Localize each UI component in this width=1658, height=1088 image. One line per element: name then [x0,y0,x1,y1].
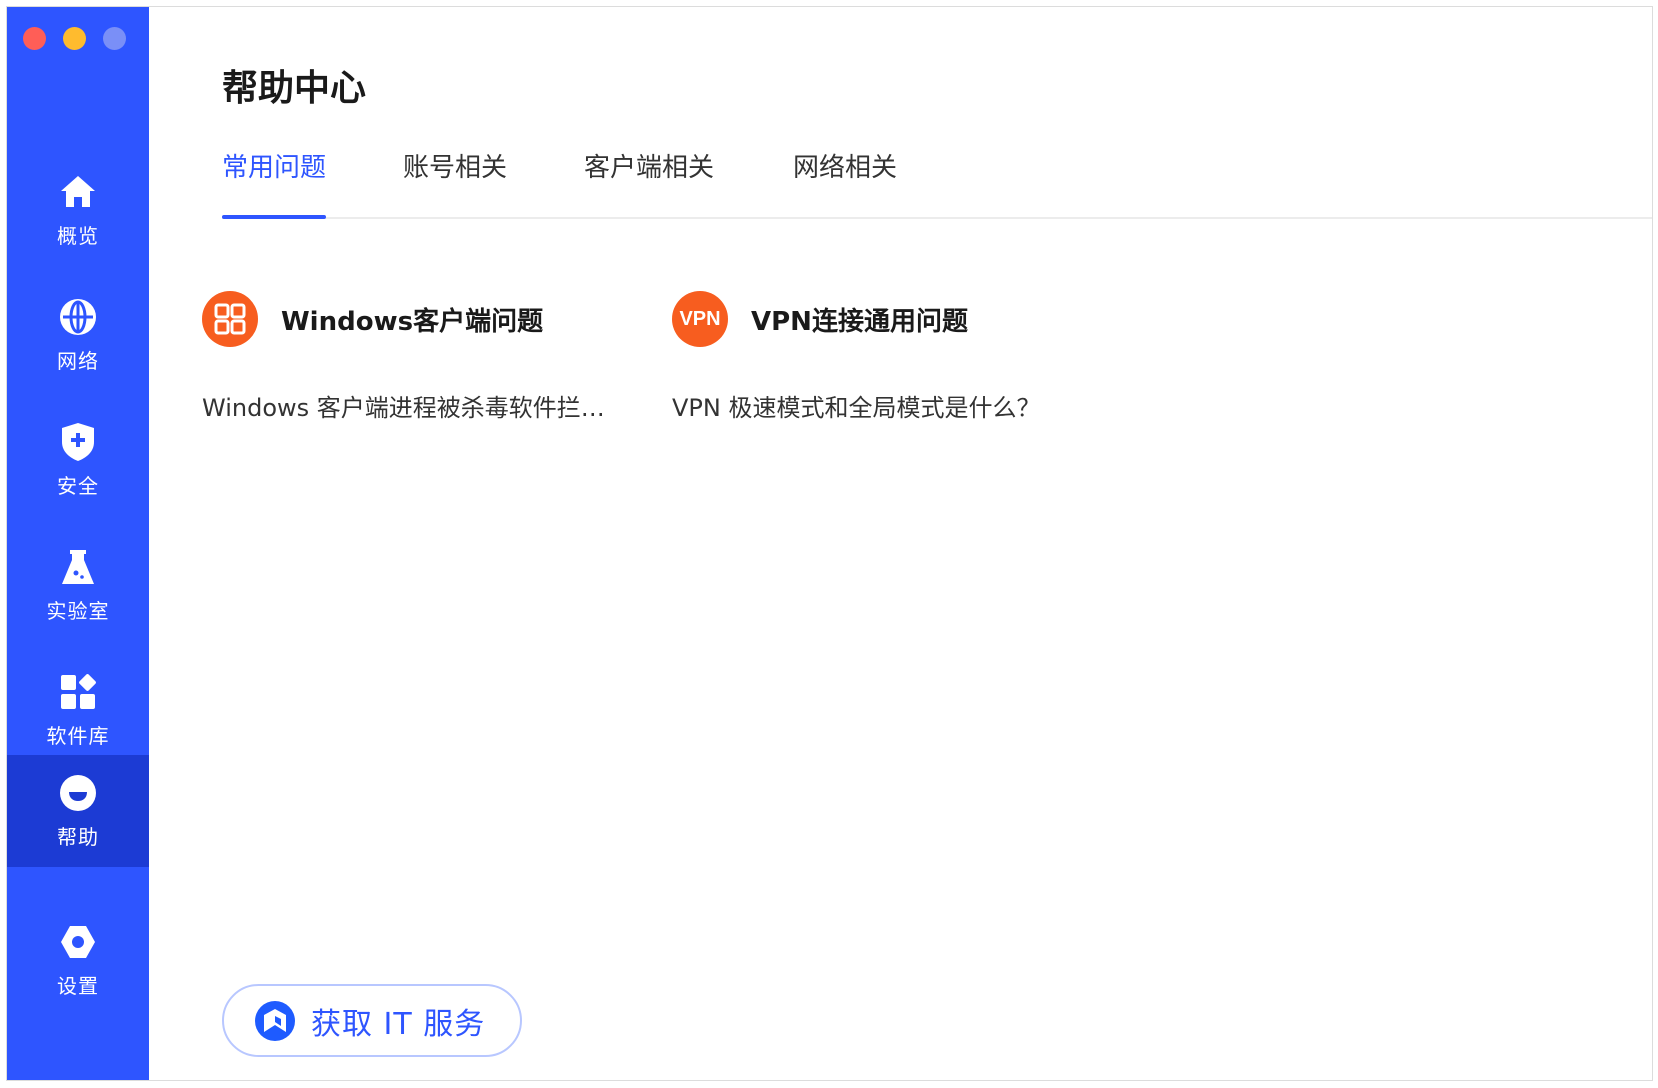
faq-card-header[interactable]: VPN VPN连接通用问题 [672,290,1112,348]
sidebar-item-label: 安全 [57,473,99,498]
sidebar-item-security[interactable]: 安全 [7,402,149,518]
sidebar-item-label: 网络 [57,348,99,373]
sidebar-item-help[interactable]: 帮助 [7,755,149,867]
main-content: 帮助中心 常用问题 账号相关 客户端相关 网络相关 Windows客户端问题 W… [149,7,1652,1080]
get-it-service-label: 获取 IT 服务 [311,1006,486,1042]
sidebar-item-software[interactable]: 软件库 [7,652,149,768]
help-icon [58,773,98,813]
window-controls [23,27,126,50]
tab-bar: 常用问题 账号相关 客户端相关 网络相关 [222,147,1652,219]
sidebar: 概览 网络 安全 实验室 软件库 帮助 设置 [7,7,149,1080]
apps-icon [58,672,98,712]
sidebar-item-network[interactable]: 网络 [7,277,149,393]
shield-icon [58,422,98,462]
faq-card-title: VPN连接通用问题 [751,306,968,337]
it-service-logo-icon [255,1000,295,1041]
sidebar-item-label: 帮助 [57,824,99,849]
zoom-window-button[interactable] [103,27,126,50]
sidebar-item-label: 概览 [57,223,99,248]
globe-icon [58,297,98,337]
tab-network[interactable]: 网络相关 [793,147,897,217]
windows-client-icon [202,291,258,347]
minimize-window-button[interactable] [63,27,86,50]
tab-client[interactable]: 客户端相关 [584,147,714,217]
faq-card-vpn: VPN VPN连接通用问题 VPN 极速模式和全局模式是什么？ [672,290,1112,423]
faq-question-link[interactable]: VPN 极速模式和全局模式是什么？ [672,388,1112,423]
home-icon [58,172,98,212]
gear-icon [58,922,98,962]
vpn-icon-text: VPN [679,307,721,330]
faq-card-header[interactable]: Windows客户端问题 [202,290,642,348]
flask-icon [58,547,98,587]
close-window-button[interactable] [23,27,46,50]
faq-card-title: Windows客户端问题 [281,306,544,337]
get-it-service-button[interactable]: 获取 IT 服务 [222,984,522,1057]
sidebar-item-overview[interactable]: 概览 [7,152,149,268]
sidebar-item-settings[interactable]: 设置 [7,902,149,1018]
sidebar-item-label: 软件库 [46,723,110,748]
sidebar-item-lab[interactable]: 实验室 [7,527,149,643]
faq-question-link[interactable]: Windows 客户端进程被杀毒软件拦截怎么办？ [202,388,614,423]
app-window: 概览 网络 安全 实验室 软件库 帮助 设置 帮助中心 常用问题 账号相关 客户… [6,6,1653,1081]
tab-account[interactable]: 账号相关 [403,147,507,217]
tab-common-questions[interactable]: 常用问题 [222,147,327,219]
page-title: 帮助中心 [222,68,367,109]
sidebar-item-label: 实验室 [46,598,110,623]
faq-card-windows-client: Windows客户端问题 Windows 客户端进程被杀毒软件拦截怎么办？ [202,290,642,423]
sidebar-item-label: 设置 [57,973,99,998]
vpn-icon: VPN [672,291,728,347]
